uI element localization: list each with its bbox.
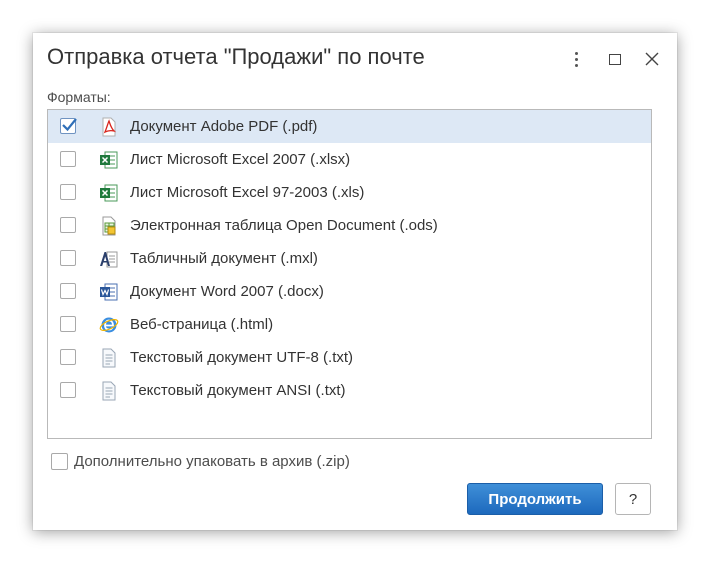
format-label: Лист Microsoft Excel 2007 (.xlsx) bbox=[130, 151, 351, 168]
format-checkbox-txt-ansi[interactable] bbox=[60, 382, 76, 398]
format-checkbox-pdf[interactable] bbox=[60, 118, 77, 134]
word-icon bbox=[100, 283, 118, 301]
excel-icon bbox=[100, 151, 118, 169]
format-label: Лист Microsoft Excel 97-2003 (.xls) bbox=[130, 184, 365, 201]
pdf-icon bbox=[102, 117, 117, 137]
continue-button[interactable]: Продолжить bbox=[467, 483, 603, 515]
format-label: Документ Word 2007 (.docx) bbox=[130, 283, 324, 300]
zip-label[interactable]: Дополнительно упаковать в архив (.zip) bbox=[74, 453, 350, 470]
format-label: Текстовый документ UTF-8 (.txt) bbox=[130, 349, 354, 366]
send-report-dialog: Отправка отчета "Продажи" по почте Форма… bbox=[33, 33, 677, 530]
format-row-docx[interactable]: Документ Word 2007 (.docx) bbox=[48, 275, 651, 308]
format-label: Табличный документ (.mxl) bbox=[130, 250, 318, 267]
text-file-icon bbox=[102, 348, 116, 368]
format-row-txt-ansi[interactable]: Текстовый документ ANSI (.txt) bbox=[48, 374, 651, 407]
dialog-title: Отправка отчета "Продажи" по почте bbox=[47, 44, 425, 69]
text-file-icon bbox=[102, 381, 116, 401]
format-row-html[interactable]: Веб-страница (.html) bbox=[48, 308, 651, 341]
format-checkbox-docx[interactable] bbox=[60, 283, 76, 299]
format-row-xlsx[interactable]: Лист Microsoft Excel 2007 (.xlsx) bbox=[48, 143, 651, 176]
format-label: Документ Adobe PDF (.pdf) bbox=[130, 118, 318, 135]
formats-label: Форматы: bbox=[47, 89, 111, 105]
maximize-button[interactable] bbox=[603, 47, 627, 71]
format-checkbox-xls[interactable] bbox=[60, 184, 76, 200]
excel-icon bbox=[100, 184, 118, 202]
format-checkbox-txt-utf8[interactable] bbox=[60, 349, 76, 365]
format-checkbox-xlsx[interactable] bbox=[60, 151, 76, 167]
more-vertical-icon bbox=[574, 51, 578, 67]
more-options-button[interactable] bbox=[564, 47, 588, 71]
format-checkbox-mxl[interactable] bbox=[60, 250, 76, 266]
format-label: Электронная таблица Open Document (.ods) bbox=[130, 217, 438, 234]
close-icon bbox=[645, 52, 659, 66]
zip-checkbox[interactable] bbox=[51, 453, 68, 470]
format-row-mxl[interactable]: Табличный документ (.mxl) bbox=[48, 242, 651, 275]
mxl-document-icon bbox=[100, 251, 118, 268]
format-row-xls[interactable]: Лист Microsoft Excel 97-2003 (.xls) bbox=[48, 176, 651, 209]
format-row-pdf[interactable]: Документ Adobe PDF (.pdf) bbox=[48, 110, 651, 143]
format-label: Текстовый документ ANSI (.txt) bbox=[130, 382, 346, 399]
format-row-ods[interactable]: Электронная таблица Open Document (.ods) bbox=[48, 209, 651, 242]
format-label: Веб-страница (.html) bbox=[130, 316, 274, 333]
ods-spreadsheet-icon bbox=[102, 216, 116, 236]
help-button[interactable]: ? bbox=[615, 483, 651, 515]
formats-list: Документ Adobe PDF (.pdf) Лист Microsoft… bbox=[47, 109, 652, 439]
format-checkbox-ods[interactable] bbox=[60, 217, 76, 233]
format-row-txt-utf8[interactable]: Текстовый документ UTF-8 (.txt) bbox=[48, 341, 651, 374]
maximize-icon bbox=[609, 53, 621, 65]
checkmark-icon bbox=[62, 118, 77, 132]
format-checkbox-html[interactable] bbox=[60, 316, 76, 332]
web-page-icon bbox=[99, 317, 119, 333]
close-button[interactable] bbox=[640, 47, 664, 71]
